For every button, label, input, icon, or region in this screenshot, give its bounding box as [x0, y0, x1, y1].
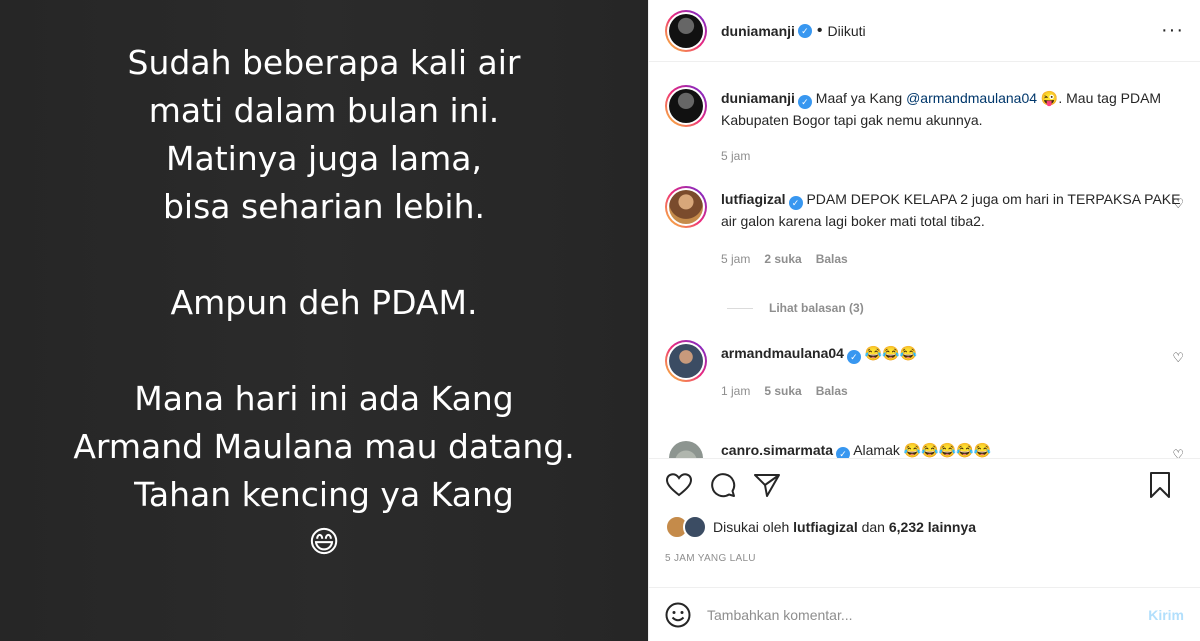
follow-status[interactable]: Diikuti	[828, 23, 866, 39]
story-line: Armand Maulana mau datang.	[73, 426, 575, 466]
comment-icon[interactable]	[709, 471, 737, 499]
comment-username[interactable]: armandmaulana04	[721, 345, 844, 361]
story-line: Sudah beberapa kali air	[127, 42, 521, 82]
likes-summary: Disukai oleh lutfiagizal dan 6,232 lainn…	[649, 499, 1200, 539]
bookmark-icon[interactable]	[1146, 471, 1174, 499]
comment-likes[interactable]: 2 suka	[764, 252, 801, 266]
view-replies-label[interactable]: Lihat balasan (3)	[769, 301, 864, 315]
comment: armandmaulana04 ✓ 😂😂😂 1 jam 5 suka Balas ♡	[665, 340, 1184, 402]
mention-link[interactable]: @armandmaulana04	[906, 90, 1037, 106]
story-emoji: 😄	[308, 524, 340, 560]
story-image: Sudah beberapa kali air mati dalam bulan…	[0, 0, 648, 641]
comment-time[interactable]: 1 jam	[721, 384, 750, 398]
verified-icon: ✓	[797, 95, 812, 109]
story-text: Sudah beberapa kali air mati dalam bulan…	[73, 39, 574, 567]
comment-likes[interactable]: 5 suka	[764, 384, 801, 398]
reply-button[interactable]: Balas	[816, 384, 848, 398]
avatar[interactable]	[665, 9, 707, 52]
header-username[interactable]: duniamanji	[721, 23, 795, 39]
comment-text: Alamak 😂😂😂😂😂	[853, 442, 991, 458]
liker-username[interactable]: lutfiagizal	[793, 519, 858, 535]
comment-username[interactable]: canro.simarmata	[721, 442, 833, 458]
comment-username[interactable]: duniamanji	[721, 90, 795, 106]
comment-text: Maaf ya Kang	[815, 90, 907, 106]
emoji-icon[interactable]	[665, 602, 691, 628]
story-line: mati dalam bulan ini.	[148, 90, 500, 130]
avatar[interactable]	[665, 186, 707, 228]
comment-text: PDAM DEPOK KELAPA 2 juga om hari in TERP…	[721, 191, 1181, 229]
avatar[interactable]	[665, 85, 707, 127]
view-replies[interactable]: Lihat balasan (3)	[727, 301, 864, 315]
story-line: bisa seharian lebih.	[162, 186, 485, 226]
comment-text: 😂😂😂	[864, 345, 918, 361]
separator: •	[816, 21, 823, 39]
verified-icon: ✓	[788, 196, 803, 210]
like-comment-icon[interactable]: ♡	[1172, 196, 1184, 212]
comment-input[interactable]: Tambahkan komentar...	[707, 607, 1148, 623]
like-comment-icon[interactable]: ♡	[1172, 447, 1184, 458]
comment: lutfiagizal ✓ PDAM DEPOK KELAPA 2 juga om…	[665, 186, 1184, 270]
like-comment-icon[interactable]: ♡	[1172, 350, 1184, 366]
story-line: Mana hari ini ada Kang	[134, 378, 514, 418]
comments-list[interactable]: duniamanji ✓ Maaf ya Kang @armandmaulana0…	[649, 63, 1200, 458]
likes-count[interactable]: 6,232 lainnya	[889, 519, 976, 535]
heart-icon[interactable]	[665, 471, 693, 499]
verified-icon: ✓	[797, 23, 812, 38]
verified-icon: ✓	[836, 447, 851, 458]
avatar[interactable]	[665, 437, 707, 458]
story-line: Matinya juga lama,	[166, 138, 482, 178]
post-actions: Disukai oleh lutfiagizal dan 6,232 lainn…	[649, 458, 1200, 564]
story-line: Ampun deh PDAM.	[170, 282, 478, 322]
share-icon[interactable]	[753, 471, 781, 499]
liker-avatar	[683, 515, 707, 539]
likes-middle: dan	[857, 519, 889, 535]
comment-username[interactable]: lutfiagizal	[721, 191, 786, 207]
post-header: duniamanji ✓ • Diikuti ···	[649, 0, 1200, 62]
likes-prefix: Disukai oleh	[713, 519, 794, 535]
comment: canro.simarmata ✓ Alamak 😂😂😂😂😂 ♡	[665, 437, 1184, 458]
more-options-icon[interactable]: ···	[1161, 19, 1184, 42]
reply-button[interactable]: Balas	[816, 252, 848, 266]
comment-time[interactable]: 5 jam	[721, 252, 750, 266]
caption: duniamanji ✓ Maaf ya Kang @armandmaulana0…	[665, 85, 1184, 167]
story-line: Tahan kencing ya Kang	[134, 474, 514, 514]
post-panel: duniamanji ✓ • Diikuti ··· duniamanji ✓ M…	[648, 0, 1200, 641]
comment-time[interactable]: 5 jam	[721, 149, 750, 163]
avatar[interactable]	[665, 340, 707, 382]
post-timestamp[interactable]: 5 JAM YANG LALU	[649, 539, 1200, 564]
add-comment-bar: Tambahkan komentar... Kirim	[649, 587, 1200, 641]
verified-icon: ✓	[846, 350, 861, 364]
send-button[interactable]: Kirim	[1148, 607, 1184, 623]
